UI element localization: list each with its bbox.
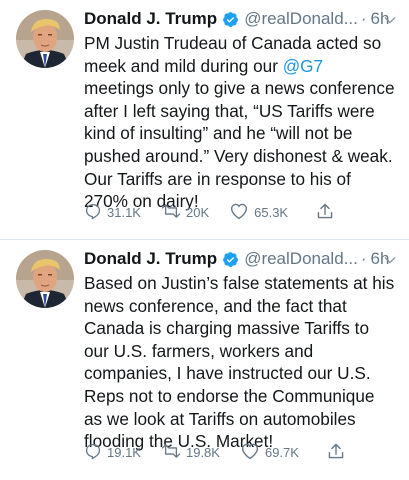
- reply-button[interactable]: 31.1K: [84, 202, 141, 223]
- tweet-text: Based on Justin’s false statements at hi…: [84, 272, 397, 453]
- separator-dot: ·: [360, 9, 367, 28]
- author-handle[interactable]: @realDonald...: [244, 8, 358, 30]
- like-button[interactable]: 69.7K: [240, 442, 299, 463]
- tweet-content: Donald J. Trump @realDonald... · 6h PM J…: [84, 8, 397, 213]
- chevron-down-icon[interactable]: [383, 11, 397, 25]
- retweet-button[interactable]: 20K: [161, 202, 209, 223]
- share-icon: [327, 442, 350, 463]
- retweet-count: 19.8K: [185, 445, 220, 460]
- retweet-icon: [161, 442, 186, 463]
- retweet-count: 20K: [185, 205, 210, 220]
- reply-count: 31.1K: [107, 205, 141, 220]
- tweet-text-part: PM Justin Trudeau of Canada acted so mee…: [84, 33, 382, 76]
- tweet-text-part: meetings only to give a news conference …: [84, 78, 395, 212]
- share-button[interactable]: [327, 442, 350, 463]
- tweet[interactable]: Donald J. Trump @realDonald... · 6h Base…: [0, 240, 409, 480]
- tweet-actions: 31.1K 20K 65.3K: [84, 202, 354, 223]
- retweet-icon: [161, 202, 186, 223]
- reply-icon: [84, 442, 107, 463]
- like-count: 69.7K: [264, 445, 299, 460]
- tweet-content: Donald J. Trump @realDonald... · 6h Base…: [84, 248, 397, 453]
- tweet-text-part: Based on Justin’s false statements at hi…: [84, 273, 395, 452]
- heart-icon: [229, 202, 254, 223]
- heart-icon: [240, 442, 265, 463]
- reply-icon: [84, 202, 107, 223]
- reply-button[interactable]: 19.1K: [84, 442, 141, 463]
- avatar[interactable]: [16, 250, 74, 308]
- tweet-header: Donald J. Trump @realDonald... · 6h: [84, 8, 397, 30]
- avatar[interactable]: [16, 10, 74, 68]
- author-name[interactable]: Donald J. Trump: [84, 248, 217, 270]
- tweet[interactable]: Donald J. Trump @realDonald... · 6h PM J…: [0, 0, 409, 240]
- separator-dot: ·: [360, 249, 367, 268]
- like-button[interactable]: 65.3K: [229, 202, 288, 223]
- share-button[interactable]: [316, 202, 339, 223]
- tweet-text: PM Justin Trudeau of Canada acted so mee…: [84, 32, 397, 213]
- like-count: 65.3K: [254, 205, 289, 220]
- author-handle[interactable]: @realDonald...: [244, 248, 358, 270]
- tweet-actions: 19.1K 19.8K 69.7K: [84, 442, 354, 463]
- author-name[interactable]: Donald J. Trump: [84, 8, 217, 30]
- retweet-button[interactable]: 19.8K: [161, 442, 220, 463]
- verified-badge-icon: [222, 251, 239, 268]
- share-icon: [316, 202, 339, 223]
- mention-link[interactable]: @G7: [283, 56, 323, 76]
- reply-count: 19.1K: [107, 445, 141, 460]
- verified-badge-icon: [222, 11, 239, 28]
- tweet-header: Donald J. Trump @realDonald... · 6h: [84, 248, 397, 270]
- chevron-down-icon[interactable]: [383, 251, 397, 265]
